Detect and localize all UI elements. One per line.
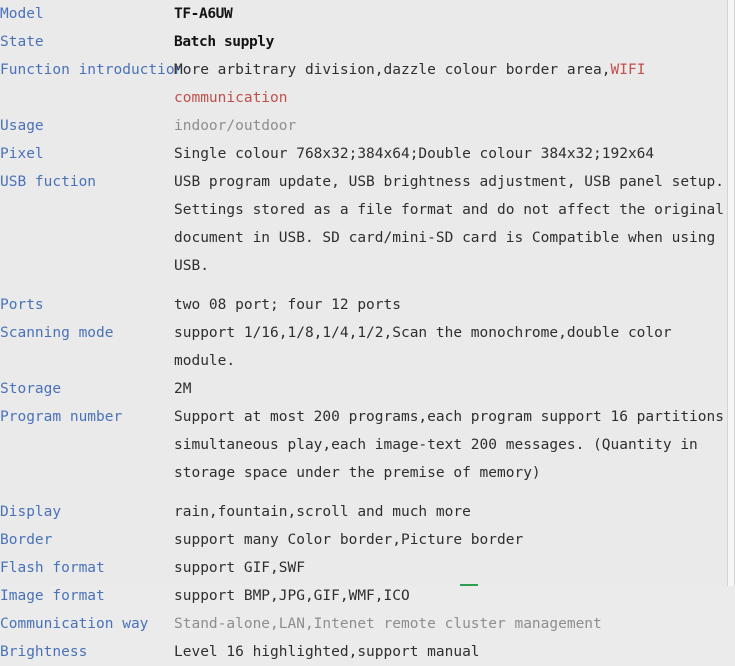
spec-row: Program number Support at most 200 progra… — [0, 403, 728, 487]
spec-row-value: Single colour 768x32;384x64;Double colou… — [174, 140, 728, 168]
spec-row-label: Brightness — [0, 644, 88, 660]
spec-sheet: Model TF-A6UW State Batch supply Function in… — [0, 0, 735, 660]
spec-row-value: More arbitrary division,dazzle colour bo… — [174, 56, 728, 112]
spec-row: Display rain,fountain,scroll and much mor… — [0, 498, 728, 526]
spec-row: Storage 2M — [0, 375, 728, 403]
spec-row: Usage indoor/outdoor — [0, 112, 728, 140]
specification-table-body: Model TF-A6UW State Batch supply Function in… — [0, 0, 728, 666]
spec-row: State Batch supply — [0, 28, 728, 56]
spec-row-value-text: support BMP,JPG,GIF,WMF,ICO — [174, 588, 410, 604]
spec-row: Border support many Color border,Picture … — [0, 526, 728, 554]
spec-row: Communication way Stand-alone,LAN,Intenet… — [0, 610, 728, 638]
spec-row-value: support BMP,JPG,GIF,WMF,ICO — [174, 582, 728, 610]
spec-row-label: Flash format — [0, 560, 105, 576]
spec-row-label: Border — [0, 532, 53, 548]
spec-row-value-text: USB program update, USB brightness adjus… — [174, 174, 724, 274]
spec-row-value-text: Single colour 768x32;384x64;Double colou… — [174, 146, 655, 162]
spec-row-value: indoor/outdoor — [174, 112, 728, 140]
spec-row-value-text: support many Color border,Picture border — [174, 532, 524, 548]
spec-row-value-text: More arbitrary division,dazzle colour bo… — [174, 62, 611, 78]
spec-row-value: rain,fountain,scroll and much more — [174, 498, 728, 526]
spec-row-value-text: indoor/outdoor — [174, 118, 297, 134]
spec-row-label: Pixel — [0, 146, 44, 162]
spec-row: Brightness Level 16 highlighted,support m… — [0, 638, 728, 666]
spec-row-value: Level 16 highlighted,support manual — [174, 638, 728, 666]
spec-row-value-text: support GIF,SWF — [174, 560, 305, 576]
spec-row-value-text: support 1/16,1/8,1/4,1/2,Scan the monoch… — [174, 325, 681, 369]
spec-row-value: Batch supply — [174, 28, 728, 56]
spec-row-value: support GIF,SWF — [174, 554, 728, 582]
spec-row-label: Program number — [0, 409, 123, 425]
spec-row-value-text: TF-A6UW — [174, 6, 233, 22]
spec-row-value: two 08 port; four 12 ports — [174, 291, 728, 319]
spec-row-value: support many Color border,Picture border — [174, 526, 728, 554]
spec-row-value-text: 2M — [174, 381, 192, 397]
spec-row-value: TF-A6UW — [174, 0, 728, 28]
spec-row-value-text: Level 16 highlighted,support manual — [174, 644, 480, 660]
spec-row-value: Support at most 200 programs,each progra… — [174, 403, 728, 487]
spec-row-value-text: rain,fountain,scroll and much more — [174, 504, 471, 520]
spacer-cell — [174, 280, 728, 291]
spec-row-label: State — [0, 34, 44, 50]
spec-row: Function introduction More arbitrary divi… — [0, 56, 728, 112]
spec-row-value: 2M — [174, 375, 728, 403]
spec-row-value: USB program update, USB brightness adjus… — [174, 168, 728, 280]
spec-row-label: Ports — [0, 297, 44, 313]
spec-row-label: Display — [0, 504, 62, 520]
spec-group-spacer — [0, 280, 728, 291]
spec-row: Scanning mode support 1/16,1/8,1/4,1/2,Sc… — [0, 319, 728, 375]
spec-row: Ports two 08 port; four 12 ports — [0, 291, 728, 319]
spec-row: Model TF-A6UW — [0, 0, 728, 28]
spec-row-label: Storage — [0, 381, 62, 397]
spec-row-value: Stand-alone,LAN,Intenet remote cluster m… — [174, 610, 728, 638]
specification-table: Model TF-A6UW State Batch supply Function in… — [0, 0, 728, 666]
spec-row: Pixel Single colour 768x32;384x64;Double … — [0, 140, 728, 168]
spacer-cell — [174, 487, 728, 498]
spec-row-label: Communication way — [0, 616, 149, 632]
spec-row: USB fuction USB program update, USB brigh… — [0, 168, 728, 280]
spec-row-value-text: Stand-alone,LAN,Intenet remote cluster m… — [174, 616, 602, 632]
spec-row: Flash format support GIF,SWF — [0, 554, 728, 582]
spec-row-label: Usage — [0, 118, 44, 134]
spec-row-label: Scanning mode — [0, 325, 114, 341]
spec-row-label: Function introduction — [0, 62, 184, 78]
spacer-cell — [0, 280, 174, 291]
spec-row-label: Image format — [0, 588, 105, 604]
spec-row-label: Model — [0, 6, 44, 22]
spec-row-label: USB fuction — [0, 174, 97, 190]
right-edge-strip — [727, 0, 734, 586]
spec-row-value-text: Support at most 200 programs,each progra… — [174, 409, 724, 481]
spec-row-value-text: Batch supply — [174, 34, 274, 50]
spec-row: Image format support BMP,JPG,GIF,WMF,ICO — [0, 582, 728, 610]
spacer-cell — [0, 487, 174, 498]
spec-row-value: support 1/16,1/8,1/4,1/2,Scan the monoch… — [174, 319, 728, 375]
spec-row-value-text: two 08 port; four 12 ports — [174, 297, 401, 313]
spec-group-spacer — [0, 487, 728, 498]
